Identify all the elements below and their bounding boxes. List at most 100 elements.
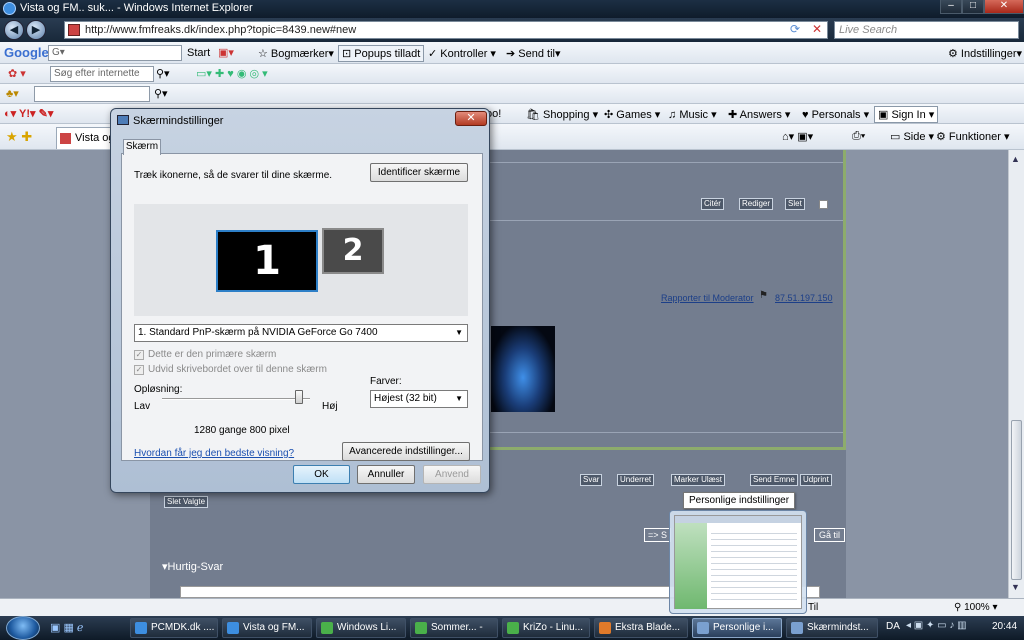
reply-button[interactable]: Svar xyxy=(580,474,603,486)
cancel-button[interactable]: Annuller xyxy=(357,465,415,484)
taskbar-item[interactable]: KriZo - Linu... xyxy=(502,618,590,638)
shopping-button[interactable]: 🛍 Shopping ▾ xyxy=(526,108,598,121)
taskbar-thumbnail-preview[interactable] xyxy=(669,510,807,614)
print-topic-button[interactable]: Udprint xyxy=(800,474,832,486)
apply-button[interactable]: Anvend xyxy=(423,465,481,484)
edit-button[interactable]: Rediger xyxy=(739,198,774,210)
print-icon[interactable]: ⎙▾ xyxy=(852,130,865,143)
report-moderator-link[interactable]: Rapporter til Moderator xyxy=(661,293,754,303)
quick-reply-toggle[interactable]: ▾Hurtig-Svar xyxy=(162,560,223,573)
stop-icon[interactable]: ✕ xyxy=(812,22,822,36)
minimize-button[interactable]: – xyxy=(940,0,962,14)
taskbar-item-label: Ekstra Blade... xyxy=(615,622,681,633)
dialog-title: Skærmindstillinger xyxy=(133,115,224,127)
send-topic-button[interactable]: Send Emne xyxy=(750,474,798,486)
live-search-input[interactable]: Live Search xyxy=(834,21,1019,39)
tools-menu-label: Funktioner ▾ xyxy=(948,131,1010,143)
tools-menu-button[interactable]: ⚙ Funktioner ▾ xyxy=(936,130,1009,143)
maximize-button[interactable]: □ xyxy=(962,0,984,14)
select-post-checkbox[interactable] xyxy=(819,200,828,209)
send-to-button[interactable]: ➔ Send til▾ xyxy=(506,47,561,60)
toolbar-search-input[interactable]: Søg efter internette xyxy=(50,66,154,82)
quote-button[interactable]: Citér xyxy=(701,198,724,210)
taskbar-item[interactable]: Windows Li... xyxy=(316,618,406,638)
vertical-scrollbar[interactable]: ▲ ▼ xyxy=(1008,150,1024,598)
url-field[interactable]: http://www.fmfreaks.dk/index.php?topic=8… xyxy=(64,21,828,39)
clock[interactable]: 20:44 xyxy=(992,621,1017,632)
delete-selected-button[interactable]: Slet Valgte xyxy=(164,496,209,508)
yahoo-logo-icon[interactable]: ◐▾ Y!▾ ✎▾ xyxy=(4,107,53,120)
popups-allowed-button[interactable]: ⊡ Popups tilladt xyxy=(338,45,425,62)
thumbnail-window-preview xyxy=(674,515,802,609)
games-button[interactable]: ✣ Games ▾ xyxy=(604,108,660,121)
monitor-1[interactable]: 1 xyxy=(216,230,318,292)
advanced-settings-button[interactable]: Avancerede indstillinger... xyxy=(342,442,470,461)
ip-link[interactable]: 87.51.197.150 xyxy=(775,293,833,303)
forward-button[interactable]: ▶ xyxy=(26,20,46,40)
nav-jump-text: => S xyxy=(644,528,672,542)
toolbar-search-icon[interactable]: ⚲▾ xyxy=(156,67,170,80)
tab-skaerm[interactable]: Skærm xyxy=(123,139,161,155)
ip-icon: ⚑ xyxy=(759,290,768,301)
tab-active[interactable]: Vista og xyxy=(56,127,116,149)
answers-button[interactable]: ✚ Answers ▾ xyxy=(728,108,790,121)
toolbar-add-icon[interactable]: ▭▾ ✚ ♥ ◉ ◎ ▾ xyxy=(196,67,268,80)
favorites-star-icon[interactable]: ★ ✚ xyxy=(6,129,32,145)
mark-unread-button[interactable]: Marker Ulæst xyxy=(671,474,726,486)
google-logo: Google xyxy=(4,45,49,60)
back-button[interactable]: ◀ xyxy=(4,20,24,40)
addon-search-input[interactable] xyxy=(34,86,150,102)
monitor-2[interactable]: 2 xyxy=(322,228,384,274)
personals-button[interactable]: ♥ Personals ▾ xyxy=(802,108,869,121)
tray-icons[interactable]: ◂ ▣ ✦ ▭ ♪ ▥ xyxy=(906,620,967,631)
refresh-icon[interactable]: ⟳ xyxy=(790,22,800,36)
resolution-slider-thumb[interactable] xyxy=(295,390,303,404)
scroll-up-icon[interactable]: ▲ xyxy=(1011,154,1020,164)
scroll-thumb[interactable] xyxy=(1011,420,1022,580)
google-start-button[interactable]: Start xyxy=(187,47,210,59)
ok-button[interactable]: OK xyxy=(293,465,350,484)
quick-launch-icons[interactable]: ▣ ▦ ℯ xyxy=(50,621,83,634)
search-toolbar: ✿ ▾ Søg efter internette ⚲▾ ▭▾ ✚ ♥ ◉ ◎ ▾ xyxy=(0,64,1024,84)
goto-button[interactable]: Gå til xyxy=(814,528,846,542)
dialog-close-button[interactable]: ✕ xyxy=(455,111,487,126)
sign-in-button[interactable]: ▣ Sign In ▾ xyxy=(874,106,939,123)
window-titlebar: Vista og FM.. suk... - Windows Internet … xyxy=(0,0,1024,18)
taskbar-item[interactable]: PCMDK.dk .... xyxy=(130,618,218,638)
colors-select[interactable]: Højest (32 bit) ▼ xyxy=(370,390,468,408)
bookmarks-button[interactable]: ☆ Bogmærker▾ xyxy=(258,47,334,60)
ie-icon xyxy=(227,622,239,634)
low-label: Lav xyxy=(134,401,151,412)
language-indicator[interactable]: DA xyxy=(886,621,900,632)
taskbar-item[interactable]: Skærmindst... xyxy=(786,618,878,638)
delete-button[interactable]: Slet xyxy=(785,198,805,210)
taskbar-item[interactable]: Ekstra Blade... xyxy=(594,618,688,638)
page-menu-button[interactable]: ▭ Side ▾ xyxy=(890,130,934,143)
primary-monitor-checkbox[interactable]: ✓ Dette er den primære skærm xyxy=(134,349,276,360)
extend-desktop-checkbox[interactable]: ✓ Udvid skrivebordet over til denne skær… xyxy=(134,364,327,375)
display-select[interactable]: 1. Standard PnP-skærm på NVIDIA GeForce … xyxy=(134,324,468,342)
resolution-slider-track[interactable] xyxy=(162,398,310,400)
close-window-button[interactable]: ✕ xyxy=(984,0,1024,14)
taskbar-item[interactable]: Personlige i... xyxy=(692,618,782,638)
display-icon xyxy=(791,622,803,634)
google-settings-button[interactable]: ⚙ Indstillinger▾ xyxy=(948,47,1022,60)
addon-icon[interactable]: ♣▾ xyxy=(6,87,19,100)
google-search-input[interactable]: G▾ xyxy=(48,45,182,61)
start-button[interactable] xyxy=(6,616,40,640)
music-button[interactable]: ♫ Music ▾ xyxy=(668,108,717,121)
home-icon[interactable]: ⌂▾ ▣▾ xyxy=(782,130,813,143)
notify-button[interactable]: Underret xyxy=(617,474,655,486)
check-button[interactable]: ✓ Kontroller ▾ xyxy=(428,47,496,60)
identify-monitors-button[interactable]: Identificer skærme xyxy=(370,163,468,182)
google-toolbar: Google G▾ Start ▣▾ ☆ Bogmærker▾ ⊡ Popups… xyxy=(0,42,1024,64)
addon-search-icon[interactable]: ⚲▾ xyxy=(154,87,168,100)
scroll-down-icon[interactable]: ▼ xyxy=(1011,582,1020,592)
google-pagerank-icon[interactable]: ▣▾ xyxy=(218,46,234,59)
high-label: Høj xyxy=(322,401,338,412)
taskbar-item[interactable]: Vista og FM... xyxy=(222,618,312,638)
extend-desktop-label: Udvid skrivebordet over til denne skærm xyxy=(148,364,327,375)
zoom-control[interactable]: ⚲ 100% ▾ xyxy=(954,602,998,613)
taskbar-item[interactable]: Sommer... - xyxy=(410,618,498,638)
best-display-help-link[interactable]: Hvordan får jeg den bedste visning? xyxy=(134,448,294,459)
